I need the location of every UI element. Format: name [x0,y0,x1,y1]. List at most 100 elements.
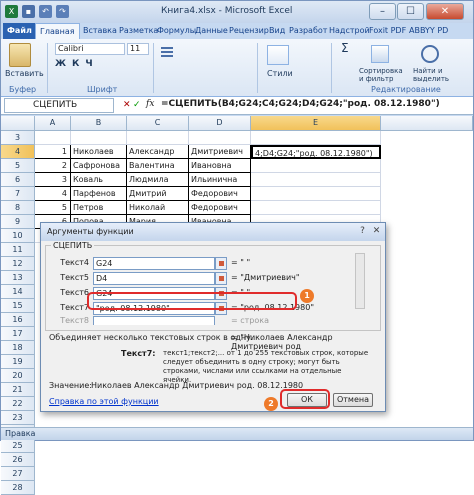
font-style-buttons[interactable]: ЖКЧ [55,59,99,69]
row-header[interactable]: 25 [1,439,35,453]
font-size-select[interactable]: 11 [127,43,149,55]
row-header[interactable]: 18 [1,341,35,355]
row-header[interactable]: 20 [1,369,35,383]
cell-c6[interactable]: Людмила [127,173,189,187]
cell-c7[interactable]: Дмитрий [127,187,189,201]
save-icon[interactable]: ▪ [22,5,35,18]
tab-file[interactable]: Файл [3,23,36,39]
column-header-a[interactable]: A [35,116,71,131]
arg-input-text8[interactable] [93,316,215,325]
select-all-corner[interactable] [1,116,35,131]
cell-c3[interactable] [127,131,189,145]
cell-a5[interactable]: 2 [35,159,71,173]
sort-filter-icon[interactable] [371,45,389,63]
row-header[interactable]: 13 [1,271,35,285]
formula-input[interactable]: =СЦЕПИТЬ(B4;G24;C4;G24;D4;G24;"род. 08.1… [161,98,440,113]
cell-e3[interactable] [251,131,381,145]
row-header[interactable]: 6 [1,173,35,187]
row-header[interactable]: 26 [1,453,35,467]
row-header[interactable]: 28 [1,481,35,495]
cell-c4[interactable]: Александр [127,145,189,159]
row-header[interactable]: 19 [1,355,35,369]
cell-e4[interactable]: 4;D4;G24;"род. 08.12.1980") [251,145,381,159]
arguments-scrollbar[interactable] [355,253,365,309]
row-header[interactable]: 21 [1,383,35,397]
tab-abbyy-pdf[interactable]: ABBYY PD [405,23,452,39]
cell-b8[interactable]: Петров [71,201,127,215]
row-header[interactable]: 23 [1,411,35,425]
name-box[interactable]: СЦЕПИТЬ [4,98,114,113]
cell-a6[interactable]: 3 [35,173,71,187]
undo-icon[interactable]: ↶ [39,5,52,18]
column-header-c[interactable]: C [127,116,189,131]
find-select-icon[interactable] [421,45,439,63]
excel-logo-icon[interactable]: X [5,5,18,18]
cancel-formula-icon[interactable]: ✕ [123,100,131,110]
redo-icon[interactable]: ↷ [56,5,69,18]
enter-formula-icon[interactable]: ✓ [133,100,141,110]
insert-function-icon[interactable]: fx [146,99,154,109]
collapse-dialog-icon[interactable] [215,257,227,270]
cell-d4[interactable]: Дмитриевич [189,145,251,159]
cell-b3[interactable] [71,131,127,145]
row-header[interactable]: 22 [1,397,35,411]
column-header-e[interactable]: E [251,116,381,131]
row-header[interactable]: 4 [1,145,35,159]
minimize-button[interactable]: – [369,3,396,20]
row-header[interactable]: 10 [1,229,35,243]
tab-foxit-pdf[interactable]: Foxit PDF [365,23,410,39]
row-header[interactable]: 9 [1,215,35,229]
cell-d5[interactable]: Ивановна [189,159,251,173]
cell-c5[interactable]: Валентина [127,159,189,173]
font-name-select[interactable]: Calibri [55,43,125,55]
row-header[interactable]: 8 [1,201,35,215]
function-help-link[interactable]: Справка по этой функции [49,397,159,406]
cell-e5[interactable] [251,159,381,173]
cell-e6[interactable] [251,173,381,187]
cell-a7[interactable]: 4 [35,187,71,201]
dialog-close-icon[interactable]: ✕ [371,226,382,237]
dialog-help-icon[interactable]: ? [357,226,368,237]
cell-a8[interactable]: 5 [35,201,71,215]
cell-a3[interactable] [35,131,71,145]
cell-a4[interactable]: 1 [35,145,71,159]
cell-c8[interactable]: Николай [127,201,189,215]
column-header-d[interactable]: D [189,116,251,131]
cancel-button[interactable]: Отмена [333,393,373,407]
cell-d6[interactable]: Ильинична [189,173,251,187]
autosum-icon[interactable]: Σ [341,41,349,55]
arg-input-text4[interactable]: G24 [93,257,215,270]
row-header[interactable]: 3 [1,131,35,145]
arg-input-text5[interactable]: D4 [93,272,215,285]
styles-button-label[interactable]: Стили [267,69,293,78]
row-header[interactable]: 11 [1,243,35,257]
cell-e8[interactable] [251,201,381,215]
alignment-buttons[interactable] [161,45,271,65]
row-header[interactable]: 15 [1,299,35,313]
row-header[interactable]: 12 [1,257,35,271]
cell-d7[interactable]: Федорович [189,187,251,201]
close-button[interactable]: ✕ [426,3,464,20]
cell-b5[interactable]: Сафронова [71,159,127,173]
row-header[interactable]: 27 [1,467,35,481]
styles-icon[interactable] [267,45,289,65]
row-header[interactable]: 7 [1,187,35,201]
find-select-label[interactable]: Найти и выделить [413,67,461,83]
cell-b6[interactable]: Коваль [71,173,127,187]
row-header[interactable]: 16 [1,313,35,327]
column-header-b[interactable]: B [71,116,127,131]
tab-home[interactable]: Главная [35,23,80,39]
paste-icon[interactable] [9,43,31,67]
row-header[interactable]: 17 [1,327,35,341]
row-header[interactable]: 5 [1,159,35,173]
cell-e7[interactable] [251,187,381,201]
collapse-dialog-icon[interactable] [215,272,227,285]
row-header[interactable]: 14 [1,285,35,299]
sort-filter-label[interactable]: Сортировка и фильтр [359,67,409,83]
paste-button-label[interactable]: Вставить [5,69,44,78]
column-header-f[interactable] [381,116,473,131]
maximize-button[interactable]: ☐ [397,3,424,20]
cell-b7[interactable]: Парфенов [71,187,127,201]
cell-d8[interactable]: Федорович [189,201,251,215]
cell-d3[interactable] [189,131,251,145]
